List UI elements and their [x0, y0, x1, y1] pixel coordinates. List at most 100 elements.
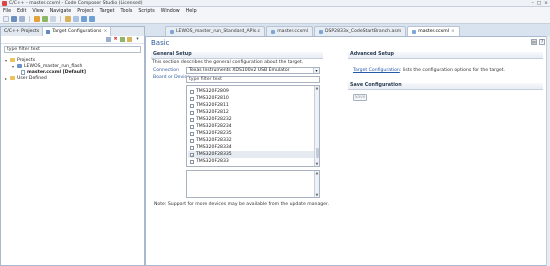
collapse-icon[interactable]: ▸ [4, 76, 8, 81]
chevron-down-icon[interactable]: ▾ [313, 68, 319, 73]
device-support-note: Note: Support for more devices may be av… [154, 202, 329, 207]
details-scrollbar[interactable]: ▲ ▼ [314, 171, 319, 197]
device-filter-input[interactable]: type filter text [186, 76, 320, 83]
editor-tab-codestartbranch[interactable]: DSP2833x_CodeStartBranch.asm [313, 26, 407, 36]
device-row[interactable]: TMS320F28334 [188, 144, 232, 151]
tab-target-configurations[interactable]: Target Configurations × [43, 27, 112, 36]
device-row[interactable]: TMS320F2812 [188, 109, 229, 116]
scroll-up-icon[interactable]: ▲ [315, 86, 319, 90]
connection-select[interactable]: Texas Instruments XDS100v2 USB Emulator … [186, 67, 320, 74]
folder-icon [10, 58, 15, 62]
device-checkbox[interactable] [190, 117, 194, 122]
device-row[interactable]: TMS320F28235 [188, 130, 232, 137]
device-row-selected[interactable]: ✓ TMS320F28335 [188, 151, 314, 158]
device-name: TMS320F28335 [196, 152, 232, 157]
tree-label: Projects [17, 57, 36, 63]
device-checkbox[interactable] [190, 131, 194, 136]
device-checkbox[interactable] [190, 103, 194, 108]
asm-file-icon [318, 29, 323, 34]
c-file-icon [170, 29, 174, 34]
device-checkbox[interactable] [190, 96, 194, 101]
target-icon[interactable] [50, 16, 56, 22]
expand-icon[interactable]: ▾ [11, 64, 15, 69]
open-type-icon[interactable] [73, 16, 79, 22]
menu-scripts[interactable]: Scripts [138, 9, 154, 14]
new-icon[interactable] [3, 16, 9, 22]
maximize-button[interactable]: □ [537, 1, 541, 6]
menu-tools[interactable]: Tools [121, 9, 133, 14]
editor-tab-bar: LEWOS_master_run_Standard_APIs.c master.… [145, 26, 550, 36]
build-icon[interactable] [34, 16, 40, 22]
device-row[interactable]: TMS320F2809 [188, 88, 229, 95]
save-all-icon[interactable] [19, 16, 25, 22]
device-row[interactable]: TMS320F28234 [188, 123, 232, 130]
editor-tab-master-ccxml[interactable]: master.ccxml [266, 26, 313, 36]
device-row[interactable]: TMS320F28232 [188, 116, 232, 123]
layout-icon[interactable]: ▤ [531, 39, 537, 45]
menu-window[interactable]: Window [161, 9, 180, 14]
scroll-down-icon[interactable]: ▼ [315, 193, 319, 197]
new-target-icon[interactable] [106, 37, 111, 42]
tab-label: master.ccxml [418, 29, 449, 34]
search-icon[interactable] [65, 16, 71, 22]
device-list-scrollbar[interactable]: ▲ ▼ [314, 86, 319, 166]
device-checkbox[interactable] [190, 110, 194, 115]
close-icon[interactable]: × [451, 29, 455, 34]
device-checkbox[interactable] [190, 138, 194, 143]
target-filter-input[interactable]: type filter text [4, 46, 141, 53]
device-checkbox-checked[interactable]: ✓ [190, 152, 194, 157]
view-menu-icon[interactable]: ▾ [135, 37, 140, 42]
device-checkbox[interactable] [190, 89, 194, 94]
device-checkbox[interactable] [190, 159, 194, 164]
collapse-icon[interactable] [127, 37, 132, 42]
menu-help[interactable]: Help [186, 9, 197, 14]
title-bar: C/C++ - master.ccxml - Code Composer Stu… [0, 0, 550, 7]
expand-icon[interactable]: ▾ [4, 58, 8, 63]
link-icon[interactable] [120, 37, 125, 42]
menu-navigate[interactable]: Navigate [50, 9, 72, 14]
general-setup-description: This section describes the general confi… [152, 60, 304, 65]
device-name: TMS320F28232 [196, 117, 232, 122]
board-device-label: Board or Device [153, 75, 190, 80]
tree-item-user-defined[interactable]: ▸ User Defined [4, 75, 47, 81]
minimize-button[interactable]: – [532, 1, 534, 6]
device-checkbox[interactable] [190, 145, 194, 150]
view-tabs: C/C++ Projects Target Configurations × [1, 27, 144, 36]
back-icon[interactable] [81, 16, 87, 22]
save-icon[interactable] [11, 16, 17, 22]
device-row[interactable]: TMS320F2811 [188, 102, 229, 109]
delete-icon[interactable]: ✖ [113, 37, 118, 42]
device-checkbox[interactable] [190, 124, 194, 129]
folder-icon [10, 76, 15, 80]
close-button[interactable]: × [544, 1, 548, 6]
editor-tab-standard-apis[interactable]: LEWOS_master_run_Standard_APIs.c [165, 26, 266, 36]
project-icon [17, 64, 22, 68]
target-config-icon [46, 29, 51, 34]
device-row[interactable]: TMS320F2810 [188, 95, 229, 102]
device-list[interactable]: TMS320F2809 TMS320F2810 TMS320F2811 TMS3… [186, 85, 320, 167]
device-name: TMS320F28334 [196, 145, 232, 150]
scroll-down-icon[interactable]: ▼ [315, 162, 319, 166]
close-icon[interactable]: × [103, 29, 107, 34]
tab-label: Target Configurations [52, 29, 102, 34]
connection-label: Connection [153, 68, 179, 73]
help-icon[interactable]: ? [539, 39, 545, 45]
tab-cpp-projects[interactable]: C/C++ Projects [1, 27, 44, 36]
device-row[interactable]: TMS320F28332 [188, 137, 232, 144]
menu-edit[interactable]: Edit [17, 9, 26, 14]
debug-icon[interactable] [42, 16, 48, 22]
menu-file[interactable]: File [3, 9, 11, 14]
connection-value: Texas Instruments XDS100v2 USB Emulator [189, 68, 290, 73]
editor-tab-master-ccxml-active[interactable]: master.ccxml × [407, 26, 460, 36]
menu-project[interactable]: Project [77, 9, 93, 14]
menu-target[interactable]: Target [100, 9, 115, 14]
device-row[interactable]: TMS320F2833 [188, 158, 229, 165]
save-button[interactable]: Save [353, 94, 367, 101]
target-configuration-link[interactable]: Target Configuration [353, 68, 400, 73]
forward-icon[interactable] [89, 16, 95, 22]
ccxml-editor: Basic ▤ ? General Setup This section des… [145, 36, 550, 266]
device-details-area[interactable]: ▲ ▼ [186, 170, 320, 198]
menu-view[interactable]: View [32, 9, 43, 14]
scrollbar-thumb[interactable] [315, 148, 319, 158]
scroll-up-icon[interactable]: ▲ [315, 171, 319, 175]
